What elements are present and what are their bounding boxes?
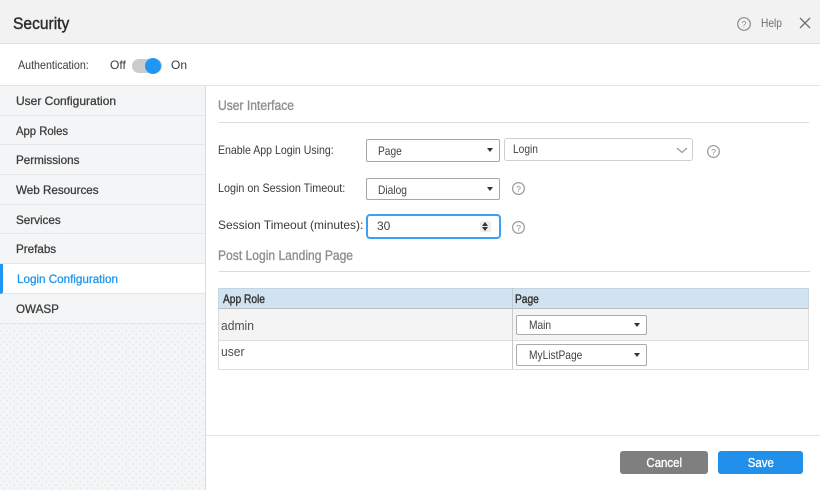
svg-text:?: ? xyxy=(711,147,716,157)
svg-text:?: ? xyxy=(516,223,521,233)
svg-text:?: ? xyxy=(516,184,521,194)
svg-text:?: ? xyxy=(741,19,746,29)
